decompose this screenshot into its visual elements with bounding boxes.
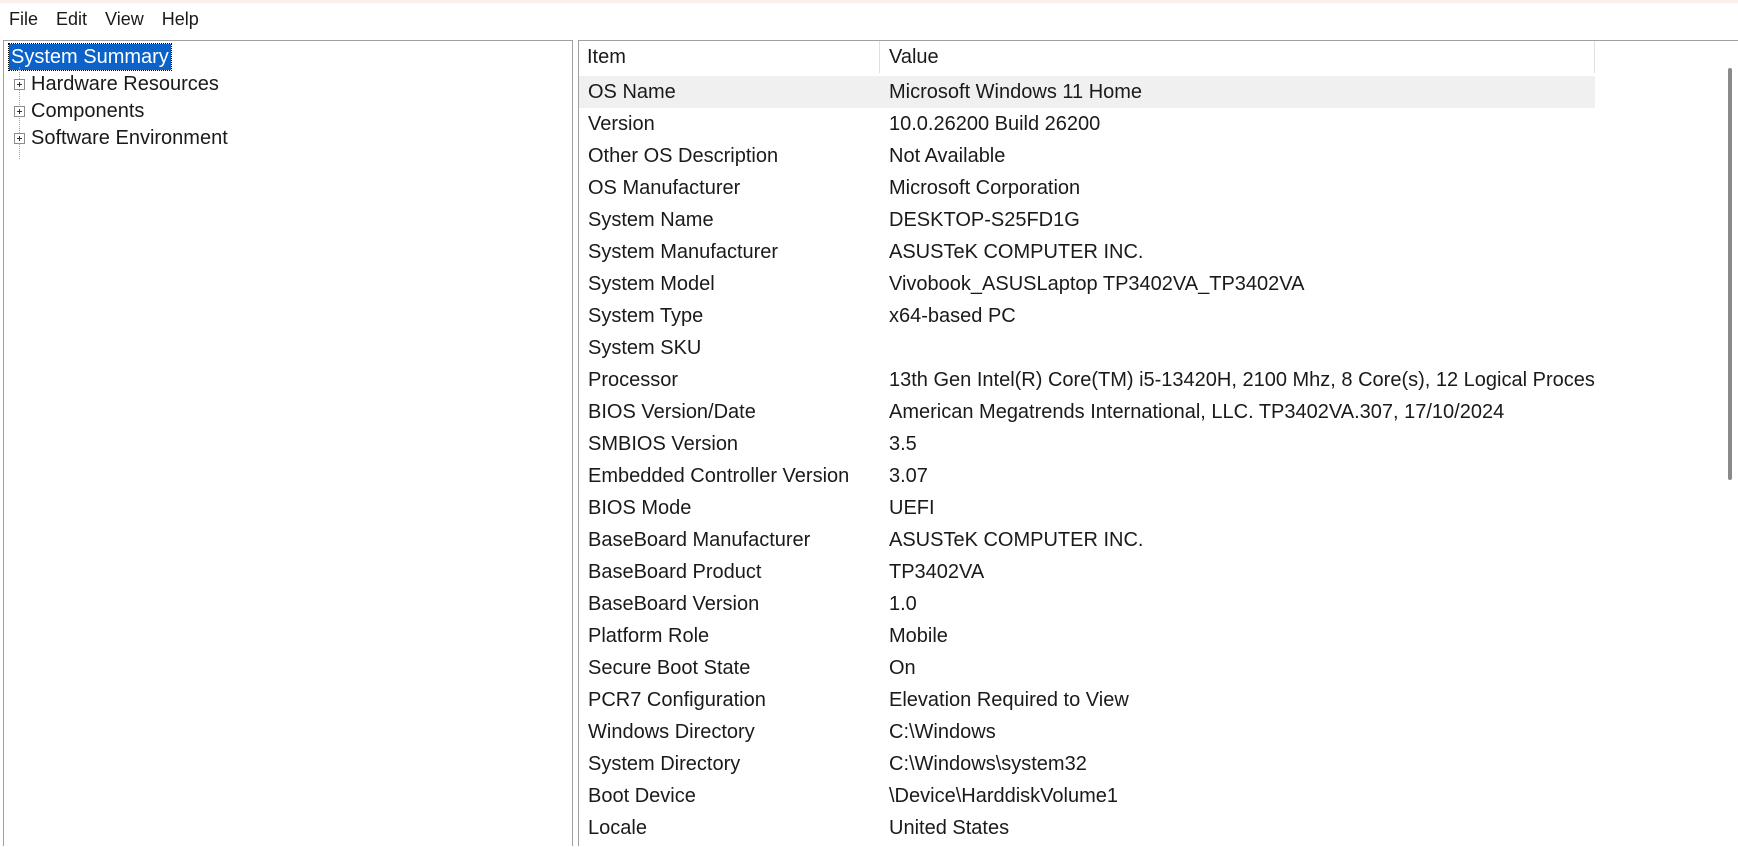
item-cell: BaseBoard Version — [588, 593, 760, 615]
table-row[interactable]: Boot Device \Device\HarddiskVolume1 — [579, 780, 1595, 812]
tree-item-hardware-resources[interactable]: Hardware Resources — [14, 71, 219, 97]
item-cell: BaseBoard Manufacturer — [588, 529, 811, 551]
table-row[interactable]: Version 10.0.26200 Build 26200 — [579, 108, 1595, 140]
item-cell: Secure Boot State — [588, 657, 751, 679]
value-cell: 3.07 — [889, 465, 928, 487]
value-cell: C:\Windows\system32 — [889, 753, 1087, 775]
item-cell: Version — [588, 113, 655, 135]
value-cell: United States — [889, 817, 1010, 839]
table-row[interactable]: Windows Directory C:\Windows — [579, 716, 1595, 748]
item-cell: Embedded Controller Version — [588, 465, 850, 487]
menu-file[interactable]: File — [0, 3, 47, 36]
value-cell: Microsoft Corporation — [889, 177, 1081, 199]
table-row[interactable]: PCR7 Configuration Elevation Required to … — [579, 684, 1595, 716]
item-cell: OS Name — [588, 81, 676, 103]
value-cell: On — [889, 657, 916, 679]
item-cell: System SKU — [588, 337, 702, 359]
value-cell: 1.0 — [889, 593, 917, 615]
value-cell: American Megatrends International, LLC. … — [889, 401, 1505, 423]
column-header-value[interactable]: Value — [880, 41, 1595, 73]
item-cell: Boot Device — [588, 785, 696, 807]
item-cell: Platform Role — [588, 625, 710, 647]
table-row[interactable]: BaseBoard Version 1.0 — [579, 588, 1595, 620]
item-cell: Processor — [588, 369, 679, 391]
table-row[interactable]: System Type x64-based PC — [579, 300, 1595, 332]
value-cell: Vivobook_ASUSLaptop TP3402VA_TP3402VA — [889, 273, 1305, 295]
expand-plus-icon[interactable] — [14, 78, 25, 90]
tree-item-system-summary[interactable]: System Summary — [8, 43, 172, 71]
value-cell: TP3402VA — [889, 561, 985, 583]
tree-item-label: Software Environment — [31, 127, 228, 149]
item-cell: OS Manufacturer — [588, 177, 741, 199]
table-row[interactable]: Other OS Description Not Available — [579, 140, 1595, 172]
value-cell: x64-based PC — [889, 305, 1016, 327]
details-list[interactable]: Item Value OS Name Microsoft Windows 11 H… — [578, 40, 1738, 847]
tree-item-components[interactable]: Components — [14, 98, 144, 124]
menu-help[interactable]: Help — [153, 3, 208, 36]
item-cell: Locale — [588, 817, 647, 839]
value-cell: \Device\HarddiskVolume1 — [889, 785, 1118, 807]
value-cell: Microsoft Windows 11 Home — [889, 81, 1143, 103]
table-row[interactable]: Secure Boot State On — [579, 652, 1595, 684]
value-cell: Mobile — [889, 625, 948, 647]
table-row[interactable]: OS Manufacturer Microsoft Corporation — [579, 172, 1595, 204]
table-row[interactable]: SMBIOS Version 3.5 — [579, 428, 1595, 460]
item-cell: System Model — [588, 273, 715, 295]
item-cell: BIOS Mode — [588, 497, 692, 519]
value-cell: ASUSTeK COMPUTER INC. — [889, 529, 1144, 551]
value-cell: Elevation Required to View — [889, 689, 1129, 711]
table-row[interactable]: BIOS Mode UEFI — [579, 492, 1595, 524]
list-rows: OS Name Microsoft Windows 11 Home Version 1… — [579, 76, 1595, 844]
table-row[interactable]: System Manufacturer ASUSTeK COMPUTER INC. — [579, 236, 1595, 268]
item-cell: Windows Directory — [588, 721, 755, 743]
item-cell: BaseBoard Product — [588, 561, 762, 583]
item-cell: System Name — [588, 209, 714, 231]
item-cell: BIOS Version/Date — [588, 401, 756, 423]
value-cell: ASUSTeK COMPUTER INC. — [889, 241, 1144, 263]
expand-plus-icon[interactable] — [14, 105, 25, 117]
table-row[interactable]: BaseBoard Product TP3402VA — [579, 556, 1595, 588]
table-row[interactable]: Platform Role Mobile — [579, 620, 1595, 652]
item-cell: System Directory — [588, 753, 741, 775]
value-cell: 13th Gen Intel(R) Core(TM) i5-13420H, 21… — [889, 369, 1595, 391]
table-row[interactable]: System Name DESKTOP-S25FD1G — [579, 204, 1595, 236]
scrollbar-thumb[interactable] — [1728, 68, 1732, 480]
category-tree[interactable]: System Summary Hardware Resources Compon… — [3, 40, 573, 846]
list-header: Item Value — [579, 41, 1595, 73]
tree-item-label: Hardware Resources — [31, 73, 219, 95]
table-row[interactable]: System Model Vivobook_ASUSLaptop TP3402VA… — [579, 268, 1595, 300]
table-row[interactable]: System Directory C:\Windows\system32 — [579, 748, 1595, 780]
table-row[interactable]: Embedded Controller Version 3.07 — [579, 460, 1595, 492]
value-cell: C:\Windows — [889, 721, 996, 743]
value-cell: UEFI — [889, 497, 935, 519]
item-cell: Other OS Description — [588, 145, 779, 167]
menu-view[interactable]: View — [96, 3, 153, 36]
expand-plus-icon[interactable] — [14, 132, 25, 144]
column-header-item[interactable]: Item — [579, 41, 880, 73]
item-cell: SMBIOS Version — [588, 433, 739, 455]
value-cell: 10.0.26200 Build 26200 — [889, 113, 1101, 135]
tree-item-software-environment[interactable]: Software Environment — [14, 125, 228, 151]
table-row[interactable]: BIOS Version/Date American Megatrends Int… — [579, 396, 1595, 428]
menu-edit[interactable]: Edit — [47, 3, 96, 36]
value-cell — [880, 332, 1595, 364]
table-row[interactable]: System SKU — [579, 332, 1595, 364]
menu-bar: File Edit View Help — [0, 3, 1738, 36]
vertical-scrollbar[interactable] — [1716, 41, 1738, 847]
table-row[interactable]: BaseBoard Manufacturer ASUSTeK COMPUTER I… — [579, 524, 1595, 556]
item-cell: System Type — [588, 305, 704, 327]
value-cell: 3.5 — [889, 433, 917, 455]
value-cell: DESKTOP-S25FD1G — [889, 209, 1080, 231]
item-cell: System Manufacturer — [588, 241, 779, 263]
item-cell: PCR7 Configuration — [588, 689, 766, 711]
table-row[interactable]: Locale United States — [579, 812, 1595, 844]
table-row[interactable]: OS Name Microsoft Windows 11 Home — [579, 76, 1595, 108]
table-row[interactable]: Processor 13th Gen Intel(R) Core(TM) i5-1… — [579, 364, 1595, 396]
tree-item-label: Components — [31, 100, 145, 122]
value-cell: Not Available — [889, 145, 1006, 167]
